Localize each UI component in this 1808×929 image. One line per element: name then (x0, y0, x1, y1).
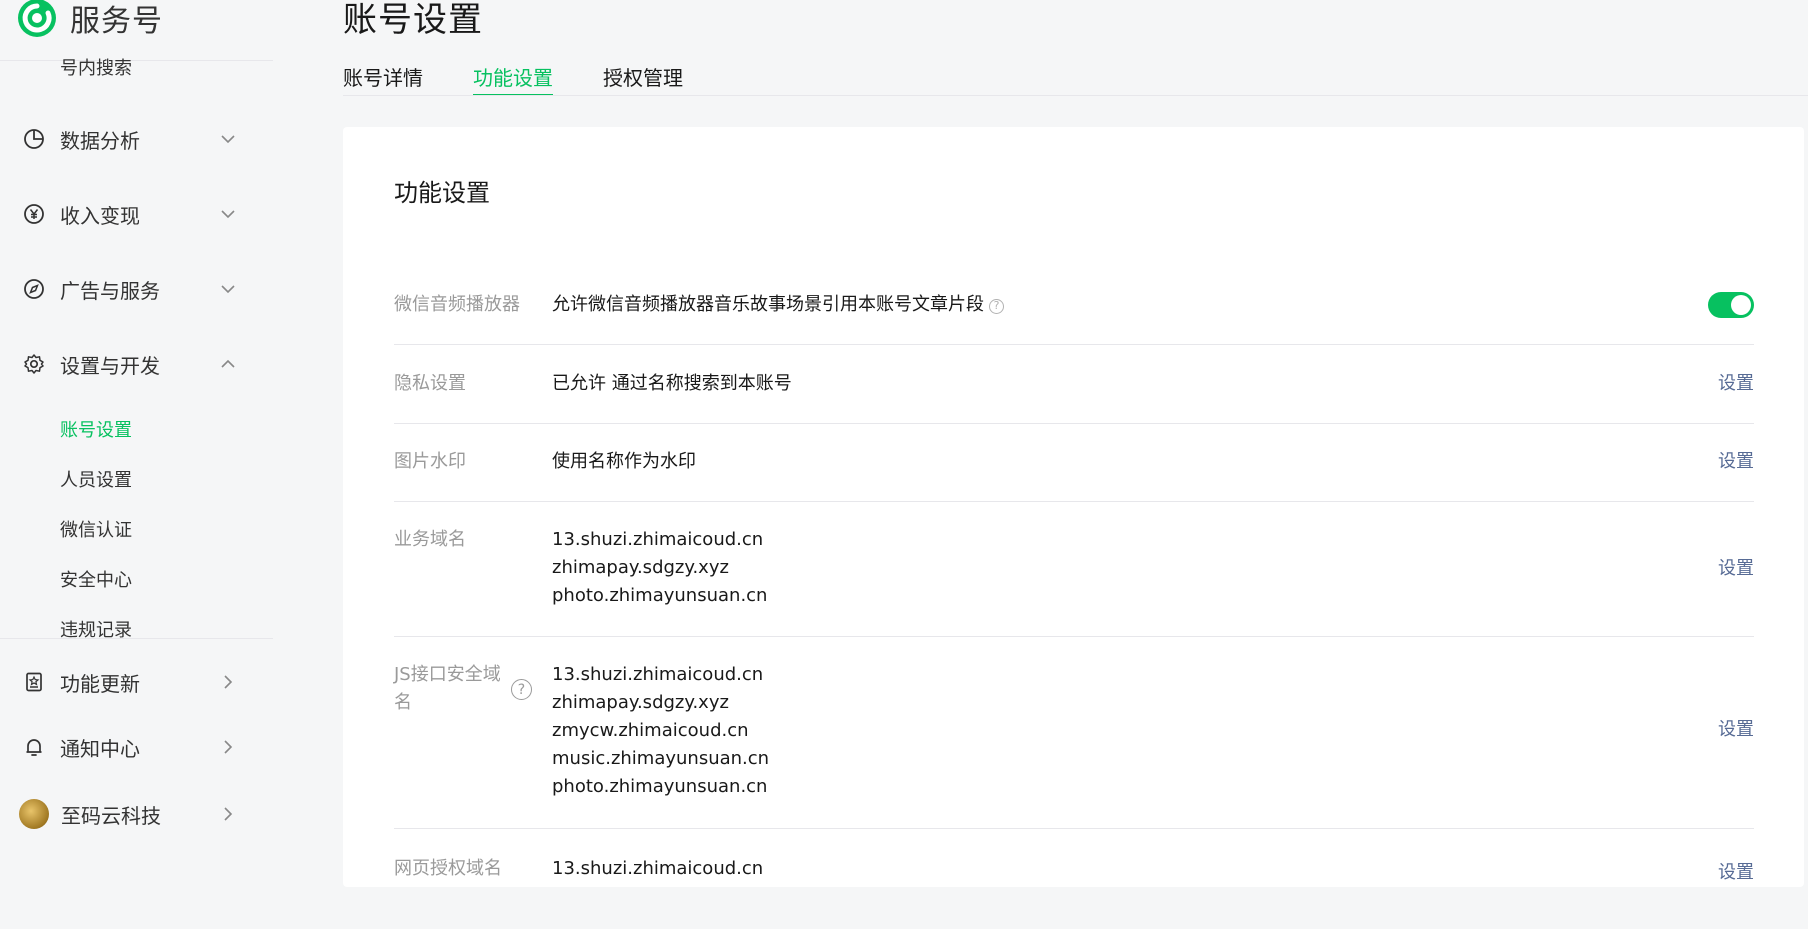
sidebar-group-label: 数据分析 (60, 128, 140, 153)
tab-feature-settings[interactable]: 功能设置 (473, 60, 553, 96)
setting-row-audio-player: 微信音频播放器 允许微信音频播放器音乐故事场景引用本账号文章片段? (394, 267, 1754, 345)
web-domain-settings-link[interactable]: 设置 (1718, 859, 1754, 887)
domain-list: 13.shuzi.zhimaicoud.cn zhimapay.sdgzy.xy… (552, 661, 769, 801)
setting-row-web-auth-domain: 网页授权域名 13.shuzi.zhimaicoud.cn 设置 (394, 829, 1754, 929)
domain-item: zhimapay.sdgzy.xyz (552, 557, 729, 578)
sidebar-group-monetize[interactable]: 收入变现 (22, 194, 237, 234)
tab-authorization[interactable]: 授权管理 (603, 60, 683, 96)
sidebar-item-account-settings[interactable]: 账号设置 (60, 416, 132, 442)
chevron-down-icon (221, 135, 235, 144)
settings-card: 功能设置 微信音频播放器 允许微信音频播放器音乐故事场景引用本账号文章片段? 隐… (343, 127, 1804, 887)
sidebar-item-search[interactable]: 号内搜索 (60, 54, 132, 78)
domain-item: 13.shuzi.zhimaicoud.cn (552, 858, 764, 879)
help-icon[interactable]: ? (511, 679, 532, 700)
account-name: 至码云科技 (61, 803, 161, 828)
sidebar-account-switcher[interactable]: 至码云科技 (19, 794, 237, 834)
doc-star-icon (22, 670, 46, 694)
setting-label: 网页授权域名 (394, 858, 502, 879)
bell-icon (22, 735, 46, 759)
gear-icon (22, 352, 46, 376)
chevron-right-icon (224, 807, 233, 821)
setting-row-watermark: 图片水印 使用名称作为水印 设置 (394, 424, 1754, 502)
tab-bar: 账号详情 功能设置 授权管理 (343, 60, 733, 96)
watermark-settings-link[interactable]: 设置 (1718, 448, 1754, 476)
chevron-down-icon (221, 210, 235, 219)
setting-label: 图片水印 (394, 451, 466, 472)
sidebar-item-wechat-verify[interactable]: 微信认证 (60, 516, 132, 542)
setting-row-privacy: 隐私设置 已允许 通过名称搜索到本账号 设置 (394, 345, 1754, 424)
label-line: 名 (394, 692, 412, 713)
help-icon[interactable]: ? (989, 298, 1004, 314)
audio-permission-text: 允许微信音频播放器音乐故事场景引用本账号文章片段 (552, 294, 984, 315)
js-domain-settings-link[interactable]: 设置 (1718, 716, 1754, 744)
sidebar-group-settings[interactable]: 设置与开发 (22, 344, 237, 384)
audio-player-toggle[interactable] (1708, 292, 1754, 318)
pie-chart-icon (22, 127, 46, 151)
business-domain-settings-link[interactable]: 设置 (1718, 555, 1754, 583)
setting-value: 已允许 通过名称搜索到本账号 (552, 373, 792, 394)
sidebar-group-label: 收入变现 (60, 203, 140, 228)
compass-icon (22, 277, 46, 301)
logo[interactable]: 服务号 (16, 0, 163, 42)
chevron-right-icon (224, 675, 233, 689)
setting-row-js-domain: JS接口安全域 名 ? 13.shuzi.zhimaicoud.cn zhima… (394, 637, 1754, 829)
setting-value: 允许微信音频播放器音乐故事场景引用本账号文章片段? (552, 291, 1004, 319)
domain-item: zmycw.zhimaicoud.cn (552, 720, 749, 741)
setting-label: JS接口安全域 名 (394, 661, 509, 717)
label-line: JS接口安全域 (394, 664, 501, 685)
divider (0, 60, 273, 61)
toggle-knob (1731, 295, 1751, 315)
divider (0, 638, 273, 639)
chevron-up-icon (221, 359, 235, 368)
section-title: 功能设置 (394, 179, 490, 207)
app-name: 服务号 (70, 4, 163, 39)
sidebar-item-feature-updates[interactable]: 功能更新 (22, 662, 237, 702)
sidebar: 服务号 号内搜索 数据分析 收入变现 广告与服务 设置与开发 账号设置 人员设置 (0, 0, 273, 859)
avatar (19, 799, 49, 829)
domain-item: music.zhimayunsuan.cn (552, 748, 770, 769)
setting-label: 隐私设置 (394, 373, 466, 394)
domain-list: 13.shuzi.zhimaicoud.cn zhimapay.sdgzy.xy… (552, 526, 767, 610)
sidebar-item-security-center[interactable]: 安全中心 (60, 566, 132, 592)
privacy-settings-link[interactable]: 设置 (1718, 370, 1754, 398)
sidebar-group-label: 广告与服务 (60, 278, 160, 303)
tab-account-details[interactable]: 账号详情 (343, 60, 423, 96)
setting-value: 使用名称作为水印 (552, 451, 696, 472)
sidebar-item-staff-settings[interactable]: 人员设置 (60, 466, 132, 492)
sidebar-item-label: 功能更新 (60, 671, 140, 696)
domain-item: photo.zhimayunsuan.cn (552, 776, 768, 797)
domain-item: zhimapay.sdgzy.xyz (552, 692, 729, 713)
sidebar-group-data-analysis[interactable]: 数据分析 (22, 119, 237, 159)
domain-item: photo.zhimayunsuan.cn (552, 585, 768, 606)
yen-circle-icon (22, 202, 46, 226)
tabs-underline (343, 95, 1808, 96)
chevron-down-icon (221, 285, 235, 294)
setting-label: 业务域名 (394, 529, 466, 550)
domain-item: 13.shuzi.zhimaicoud.cn (552, 664, 764, 685)
sidebar-group-label: 设置与开发 (60, 353, 160, 378)
sidebar-item-label: 通知中心 (60, 736, 140, 761)
sidebar-item-notifications[interactable]: 通知中心 (22, 727, 237, 767)
domain-list: 13.shuzi.zhimaicoud.cn (552, 855, 763, 883)
page-title: 账号设置 (343, 0, 483, 40)
setting-row-business-domain: 业务域名 13.shuzi.zhimaicoud.cn zhimapay.sdg… (394, 502, 1754, 637)
domain-item: 13.shuzi.zhimaicoud.cn (552, 529, 764, 550)
chevron-right-icon (224, 740, 233, 754)
sidebar-group-ads[interactable]: 广告与服务 (22, 269, 237, 309)
logo-icon (18, 0, 56, 37)
setting-label: 微信音频播放器 (394, 294, 520, 315)
